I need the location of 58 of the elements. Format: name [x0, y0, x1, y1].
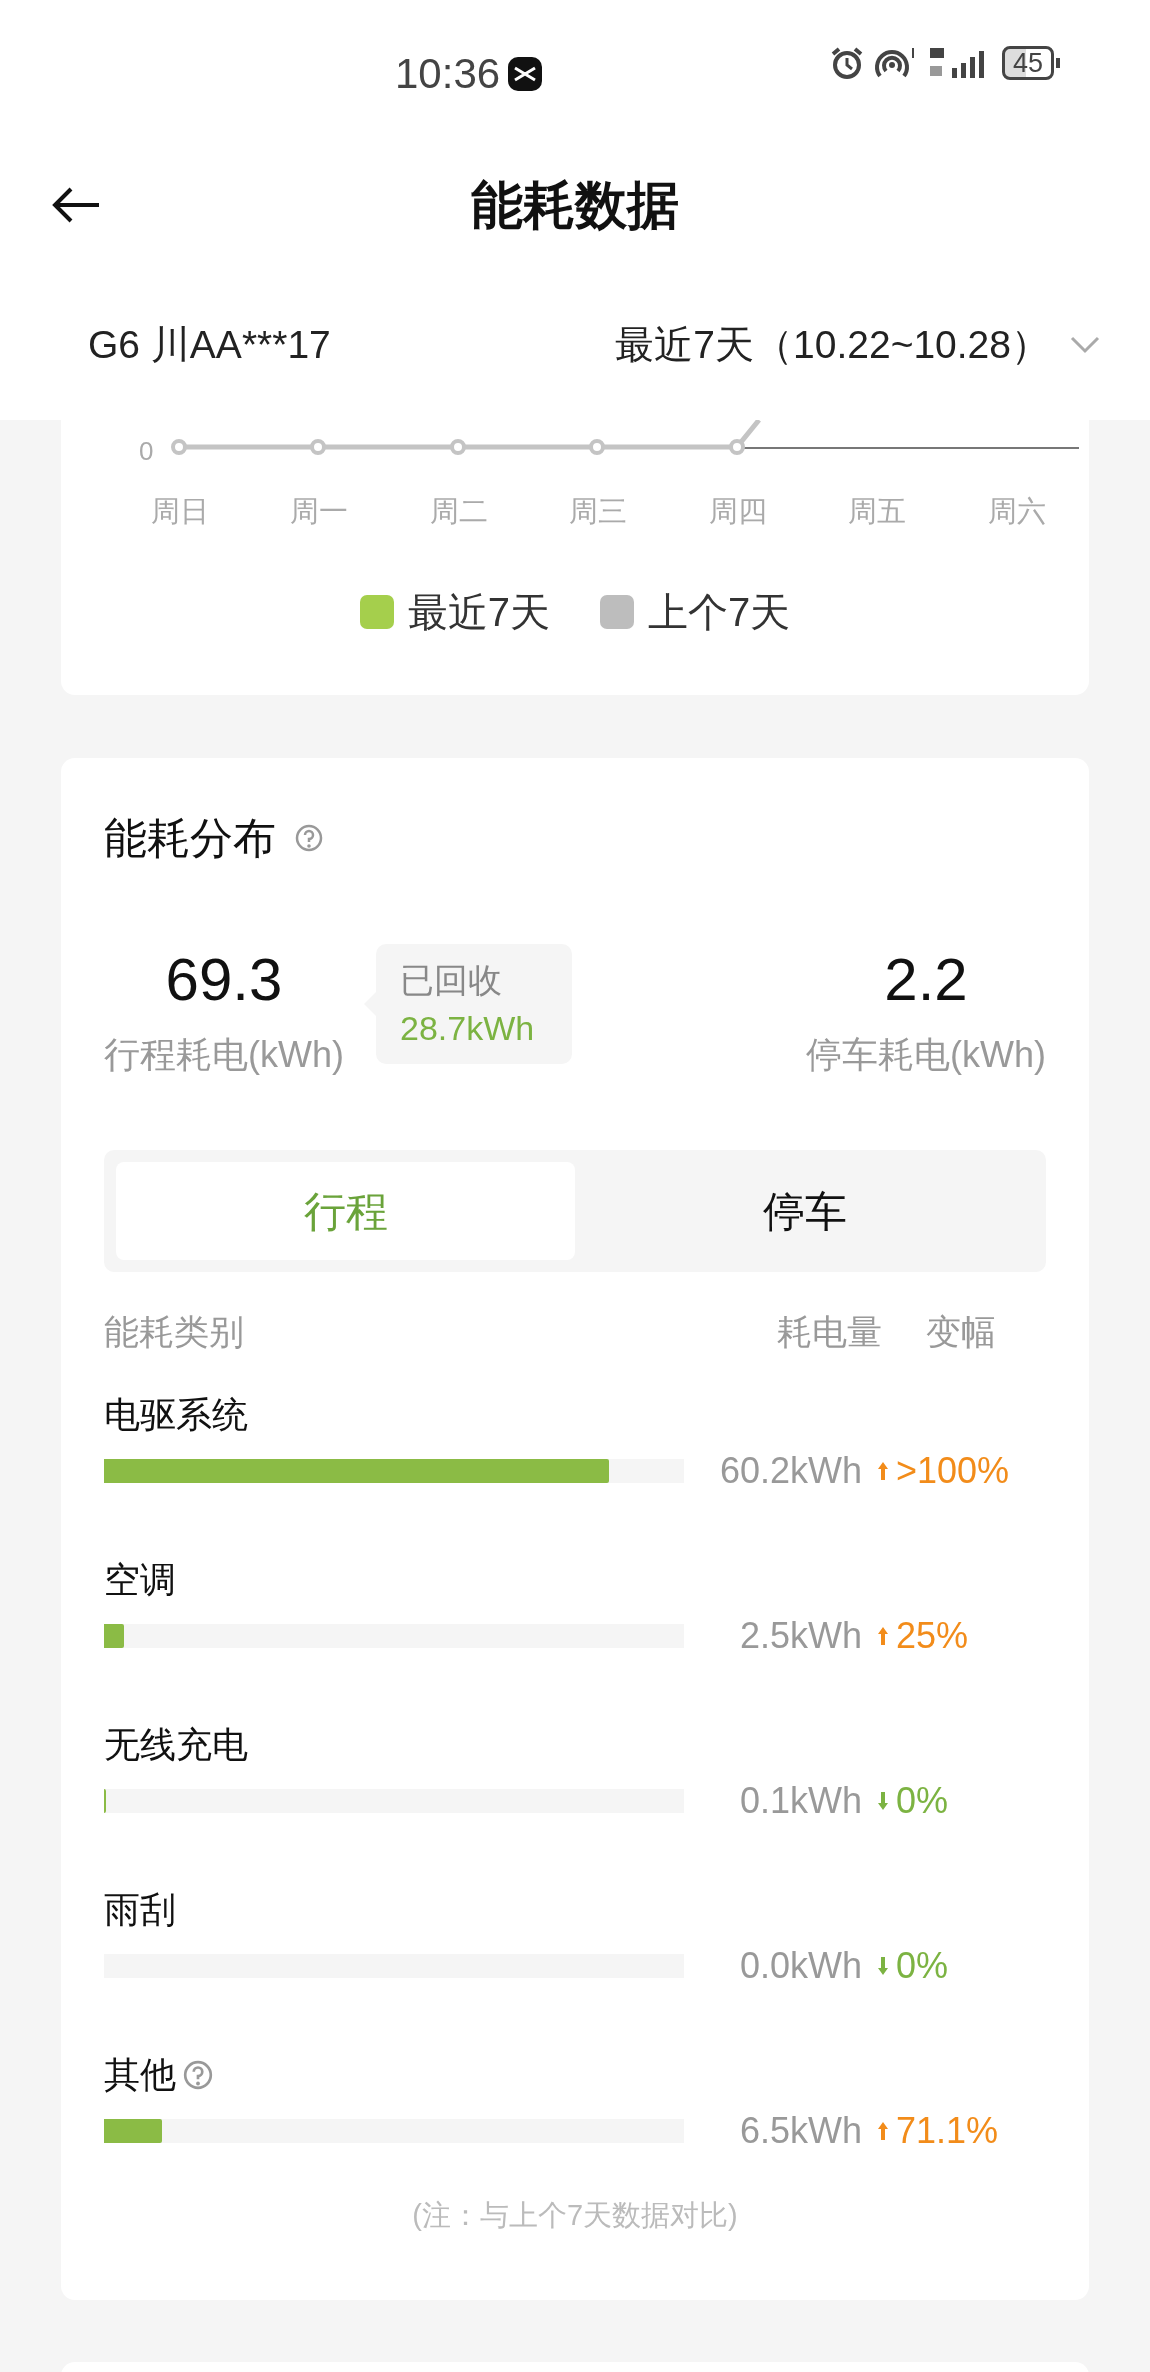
energy-amount: 60.2kWh: [719, 1449, 862, 1493]
data-point: [729, 439, 745, 455]
status-time: 10:36: [395, 49, 501, 99]
axis-label: 周二: [428, 494, 489, 529]
category-name: 空调: [104, 1558, 176, 1602]
footnote: (注：与上个7天数据对比): [412, 2198, 738, 2233]
chevron-down-icon: [1070, 336, 1100, 354]
change-percent: 25%: [896, 1614, 969, 1658]
app-logo-icon: [508, 56, 543, 91]
axis-label: 周一: [289, 494, 350, 529]
recovered-value: 28.7kWh: [400, 1008, 536, 1049]
legend-label: 上个7天: [648, 589, 791, 636]
arrow-up-icon: [876, 1625, 890, 1647]
data-point: [171, 439, 187, 455]
page-title: 能耗数据: [471, 175, 679, 236]
help-icon[interactable]: [182, 2059, 214, 2091]
arrow-down-icon: [876, 1955, 890, 1977]
battery-indicator: 45: [1002, 46, 1061, 80]
data-point: [310, 439, 326, 455]
axis-label: 周日: [149, 494, 210, 529]
energy-amount: 6.5kWh: [739, 2109, 862, 2153]
arrow-down-icon: [876, 1790, 890, 1812]
axis-label: 周五: [847, 494, 908, 529]
change-percent: 71.1%: [896, 2109, 999, 2153]
column-header: 耗电量: [777, 1310, 882, 1353]
category-name: 电驱系统: [104, 1393, 248, 1437]
category-name: 雨刮: [104, 1888, 176, 1932]
arrow-up-icon: [876, 2120, 890, 2142]
section-title: 能耗分布: [104, 813, 276, 864]
parking-energy-label: 停车耗电(kWh): [806, 1033, 1046, 1077]
axis-label: 周三: [568, 494, 629, 529]
column-header: 变幅: [926, 1310, 996, 1353]
change-percent: >100%: [896, 1449, 1010, 1493]
energy-amount: 0.1kWh: [739, 1779, 862, 1823]
column-header: 能耗类别: [104, 1310, 244, 1353]
axis-label: 周四: [707, 494, 768, 529]
alarm-icon: [830, 46, 864, 80]
axis-label: 0: [139, 435, 154, 468]
recovered-label: 已回收: [400, 960, 503, 1001]
drive-energy-label: 行程耗电(kWh): [104, 1033, 344, 1077]
period-dropdown[interactable]: 最近7天（10.22~10.28）: [615, 315, 1100, 375]
drive-energy-value: 69.3: [165, 945, 283, 1015]
change-percent: 0%: [896, 1779, 949, 1823]
parking-energy-value: 2.2: [884, 945, 968, 1015]
change-percent: 0%: [896, 1944, 949, 1988]
data-point: [450, 439, 466, 455]
energy-amount: 2.5kWh: [739, 1614, 862, 1658]
vehicle-name[interactable]: G6 川AA***17: [88, 315, 331, 375]
category-name: 无线充电: [104, 1723, 248, 1767]
help-icon[interactable]: [294, 823, 324, 853]
data-point: [589, 439, 605, 455]
legend-label: 最近7天: [407, 589, 550, 636]
back-button[interactable]: [50, 185, 102, 225]
tab[interactable]: 停车: [575, 1162, 1034, 1260]
category-name: 其他: [104, 2053, 176, 2097]
axis-label: 周六: [986, 494, 1047, 529]
energy-amount: 0.0kWh: [739, 1944, 862, 1988]
arrow-up-icon: [876, 1460, 890, 1482]
